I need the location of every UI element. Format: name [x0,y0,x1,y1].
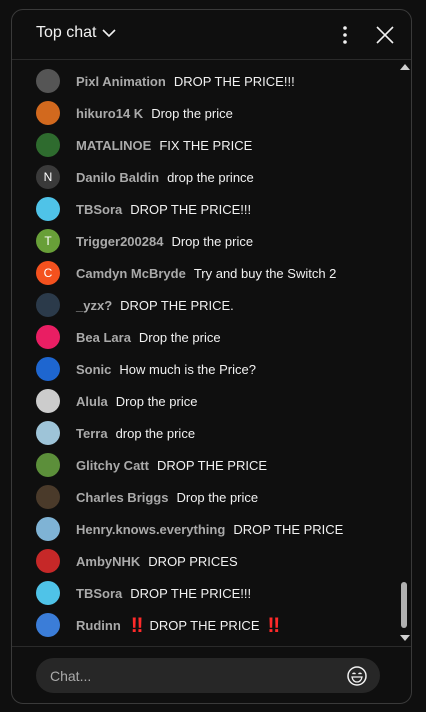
chat-message[interactable]: MATALINOE FIX THE PRICE [36,133,252,157]
message-text: DROP THE PRICE!!! [130,585,252,601]
chat-input[interactable] [48,666,346,685]
chat-message[interactable]: Alula Drop the price [36,389,197,413]
chevron-down-icon [102,29,117,38]
avatar[interactable] [36,389,60,413]
chat-message[interactable]: C Camdyn McBryde Try and buy the Switch 2 [36,261,336,285]
chat-mode-label: Top chat [36,24,97,41]
chat-message[interactable]: Terra drop the price [36,421,195,445]
scrollbar[interactable] [398,62,410,646]
author-name[interactable]: Bea Lara [76,330,131,345]
avatar[interactable]: C [36,261,60,285]
author-name[interactable]: Alula [76,394,108,409]
chat-message-list[interactable]: Pixl Animation DROP THE PRICE!!! hikuro14 … [12,60,400,646]
author-name[interactable]: MATALINOE [76,138,151,153]
author-name[interactable]: AmbyNHK [76,554,140,569]
message-text: DROP THE PRICE [149,617,260,633]
double-exclamation-emoji-icon: ‼ [267,613,281,637]
scroll-down-arrow-icon[interactable] [400,635,410,641]
author-name[interactable]: Terra [76,426,108,441]
chat-message[interactable]: Rudinn ‼ DROP THE PRICE ‼ [36,613,281,637]
scroll-up-arrow-icon[interactable] [400,64,410,70]
author-name[interactable]: Rudinn [76,618,121,633]
emoji-button[interactable] [346,665,368,687]
message-text: Try and buy the Switch 2 [193,265,337,281]
chat-message[interactable]: N Danilo Baldin drop the prince [36,165,254,189]
author-name[interactable]: Sonic [76,362,111,377]
chat-message[interactable]: TBSora DROP THE PRICE!!! [36,197,251,221]
avatar[interactable] [36,133,60,157]
message-text: Drop the price [171,233,254,249]
chat-input-box[interactable] [36,658,380,693]
author-name[interactable]: Glitchy Catt [76,458,149,473]
avatar[interactable] [36,357,60,381]
chat-message[interactable]: Sonic How much is the Price? [36,357,256,381]
message-text: Drop the price [115,393,198,409]
chat-message[interactable]: AmbyNHK DROP PRICES [36,549,238,573]
avatar[interactable] [36,421,60,445]
chat-message[interactable]: hikuro14 K Drop the price [36,101,233,125]
avatar[interactable] [36,581,60,605]
more-options-button[interactable] [333,23,357,47]
message-text: Drop the price [151,105,233,121]
double-exclamation-emoji-icon: ‼ [130,613,144,637]
message-text: DROP THE PRICE!!! [173,73,295,89]
message-text: DROP THE PRICE [156,457,268,473]
message-text: FIX THE PRICE [159,137,253,153]
message-text: DROP PRICES [148,553,238,569]
avatar[interactable] [36,613,60,637]
chat-mode-dropdown[interactable]: Top chat [36,24,117,42]
author-name[interactable]: Charles Briggs [76,490,168,505]
avatar[interactable] [36,293,60,317]
message-text: DROP THE PRICE. [120,297,234,313]
message-text: drop the price [115,425,196,441]
chat-message[interactable]: Henry.knows.everything DROP THE PRICE [36,517,343,541]
author-name[interactable]: Danilo Baldin [76,170,159,185]
chat-message[interactable]: T Trigger200284 Drop the price [36,229,253,253]
author-name[interactable]: hikuro14 K [76,106,143,121]
chat-message[interactable]: Pixl Animation DROP THE PRICE!!! [36,69,295,93]
avatar[interactable] [36,101,60,125]
author-name[interactable]: Henry.knows.everything [76,522,225,537]
close-icon [376,26,394,44]
close-button[interactable] [373,23,397,47]
scrollbar-thumb[interactable] [401,582,407,628]
avatar[interactable]: T [36,229,60,253]
message-text: DROP THE PRICE!!! [130,201,252,217]
message-text: How much is the Price? [119,361,256,377]
avatar[interactable]: N [36,165,60,189]
chat-message[interactable]: Bea Lara Drop the price [36,325,221,349]
avatar[interactable] [36,197,60,221]
avatar[interactable] [36,517,60,541]
avatar[interactable] [36,549,60,573]
avatar[interactable] [36,453,60,477]
author-name[interactable]: Camdyn McBryde [76,266,186,281]
smiley-icon [347,665,367,686]
avatar[interactable] [36,69,60,93]
chat-footer [12,646,411,703]
avatar[interactable] [36,325,60,349]
message-text: drop the prince [167,169,254,185]
author-name[interactable]: TBSora [76,202,122,217]
avatar[interactable] [36,485,60,509]
chat-message[interactable]: TBSora DROP THE PRICE!!! [36,581,251,605]
author-name[interactable]: Pixl Animation [76,74,166,89]
author-name[interactable]: Trigger200284 [76,234,163,249]
author-name[interactable]: _yzx? [76,298,112,313]
chat-message[interactable]: Glitchy Catt DROP THE PRICE [36,453,267,477]
chat-message[interactable]: Charles Briggs Drop the price [36,485,258,509]
more-vert-icon [343,26,347,44]
chat-message[interactable]: _yzx? DROP THE PRICE. [36,293,234,317]
message-text: DROP THE PRICE [233,521,344,537]
author-name[interactable]: TBSora [76,586,122,601]
message-text: Drop the price [176,489,259,505]
chat-header: Top chat [12,10,411,60]
live-chat-panel: Top chat Pixl Animation DROP THE PRICE!!!… [11,9,412,704]
message-text: Drop the price [138,329,221,345]
